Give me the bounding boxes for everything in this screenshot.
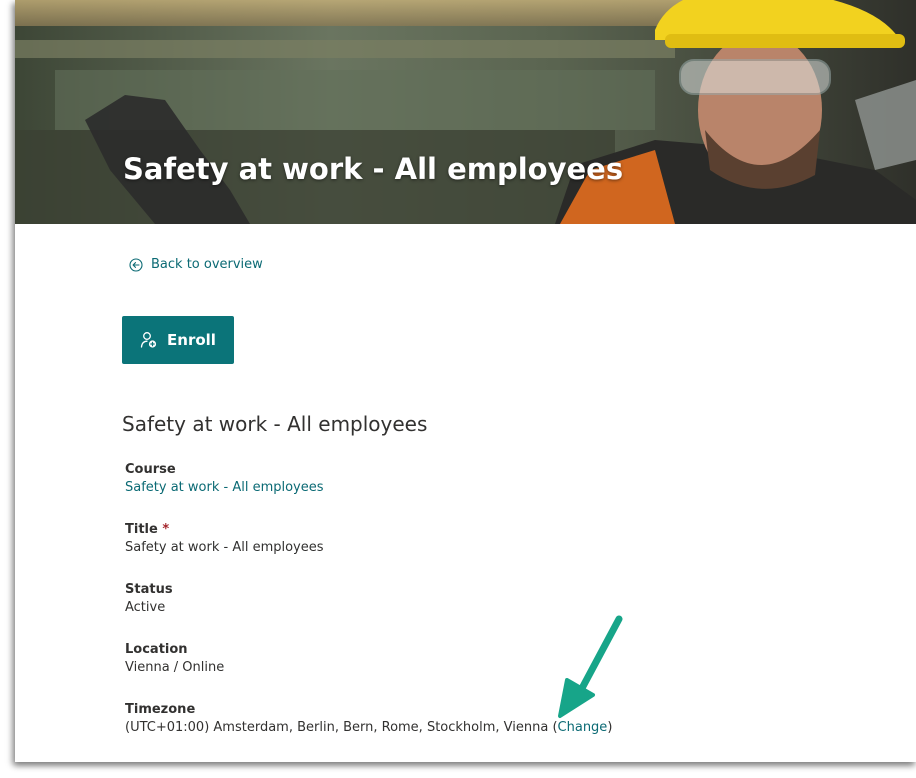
section-heading: Safety at work - All employees <box>122 412 428 436</box>
hero-title: Safety at work - All employees <box>123 152 624 186</box>
enroll-label: Enroll <box>167 331 216 349</box>
timezone-label: Timezone <box>125 702 196 717</box>
status-value: Active <box>125 600 166 615</box>
location-label: Location <box>125 642 188 657</box>
status-label: Status <box>125 582 173 597</box>
course-field: Course Safety at work - All employees <box>125 462 324 495</box>
hero-photo <box>15 0 916 224</box>
person-add-icon <box>140 332 157 348</box>
circle-arrow-left-icon <box>129 257 143 272</box>
title-value: Safety at work - All employees <box>125 540 324 555</box>
status-field: Status Active <box>125 582 173 615</box>
course-label: Course <box>125 462 176 477</box>
location-value: Vienna / Online <box>125 660 225 675</box>
page-frame: Safety at work - All employees Back to o… <box>15 0 916 762</box>
enroll-button[interactable]: Enroll <box>122 316 234 364</box>
hero-banner: Safety at work - All employees <box>15 0 916 224</box>
title-label: Title <box>125 522 158 537</box>
timezone-change-link[interactable]: Change <box>558 720 608 735</box>
title-label-row: Title * <box>125 522 324 537</box>
course-link[interactable]: Safety at work - All employees <box>125 480 324 495</box>
back-to-overview-link[interactable]: Back to overview <box>129 257 263 272</box>
timezone-field: Timezone (UTC+01:00) Amsterdam, Berlin, … <box>125 702 612 735</box>
timezone-value: (UTC+01:00) Amsterdam, Berlin, Bern, Rom… <box>125 720 558 735</box>
timezone-suffix: ) <box>607 720 613 735</box>
location-field: Location Vienna / Online <box>125 642 224 675</box>
title-field: Title * Safety at work - All employees <box>125 522 324 555</box>
required-mark: * <box>162 522 170 537</box>
back-to-overview-label: Back to overview <box>151 257 263 272</box>
timezone-value-row: (UTC+01:00) Amsterdam, Berlin, Bern, Rom… <box>125 720 612 735</box>
